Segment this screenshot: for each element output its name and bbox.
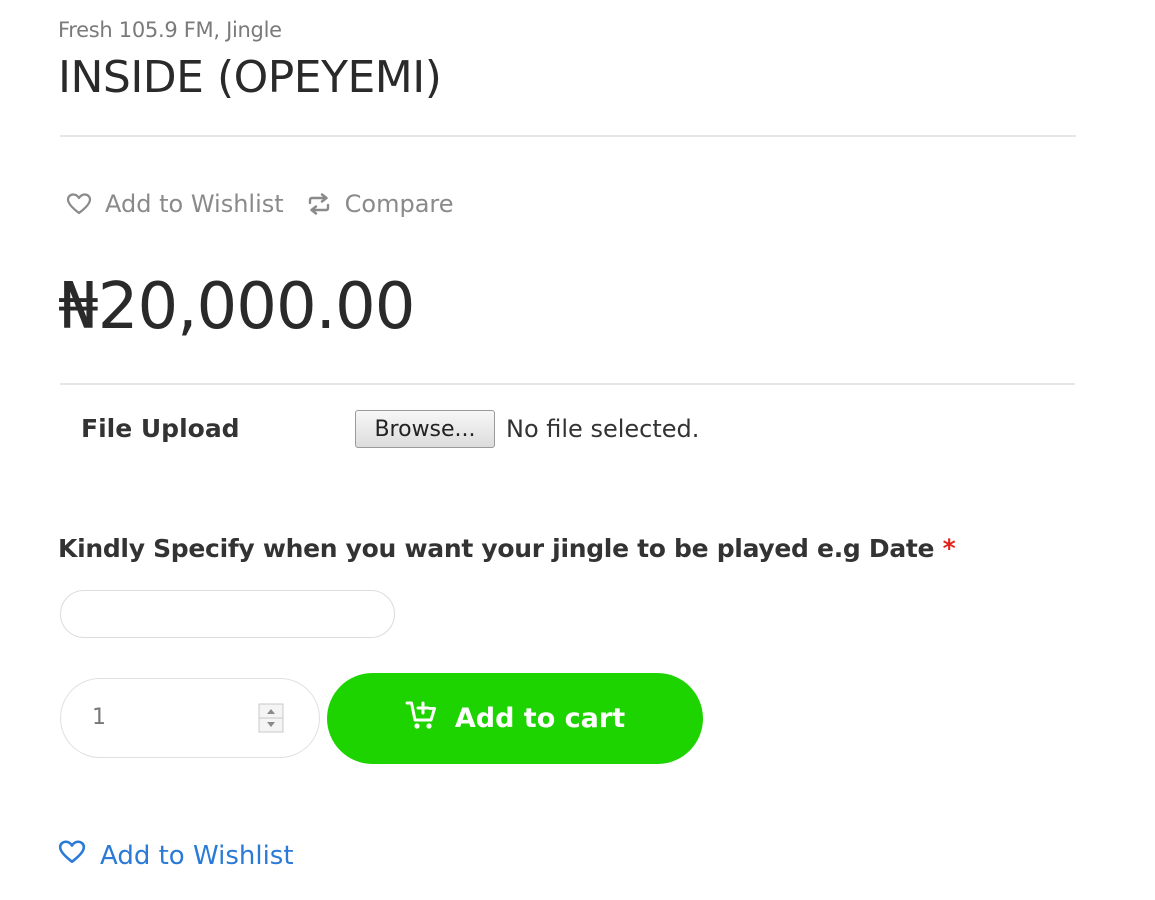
product-actions: Add to Wishlist Compare (66, 190, 454, 218)
add-to-wishlist-bottom-label: Add to Wishlist (100, 840, 294, 871)
heart-icon (66, 193, 92, 215)
add-to-wishlist-bottom-link[interactable]: Add to Wishlist (58, 840, 294, 871)
add-to-wishlist-link[interactable]: Add to Wishlist (66, 190, 284, 218)
compare-arrows-icon (306, 193, 332, 215)
add-to-cart-label: Add to cart (454, 703, 626, 734)
cart-plus-icon (405, 700, 455, 737)
quantity-value[interactable]: 1 (92, 705, 106, 730)
product-price: ₦20,000.00 (58, 270, 415, 344)
product-title: INSIDE (OPEYEMI) (58, 52, 442, 103)
add-to-wishlist-label: Add to Wishlist (105, 190, 284, 218)
required-marker: * (942, 534, 956, 563)
file-upload-label: File Upload (81, 414, 240, 443)
date-field-label: Kindly Specify when you want your jingle… (58, 534, 956, 563)
compare-label: Compare (344, 190, 454, 218)
divider (60, 135, 1076, 137)
add-to-cart-button[interactable]: Add to cart (327, 673, 703, 764)
compare-link[interactable]: Compare (306, 190, 454, 218)
divider (60, 383, 1075, 385)
date-input[interactable] (60, 590, 395, 638)
product-category[interactable]: Fresh 105.9 FM, Jingle (58, 18, 282, 42)
file-status: No file selected. (506, 415, 700, 443)
product-page: Fresh 105.9 FM, Jingle INSIDE (OPEYEMI) … (0, 0, 1155, 900)
browse-button[interactable]: Browse... (355, 410, 495, 448)
quantity-stepper[interactable]: 1 (60, 678, 320, 758)
date-field-label-text: Kindly Specify when you want your jingle… (58, 534, 935, 563)
heart-icon (58, 840, 86, 871)
spinner-arrows-icon[interactable] (258, 703, 284, 733)
